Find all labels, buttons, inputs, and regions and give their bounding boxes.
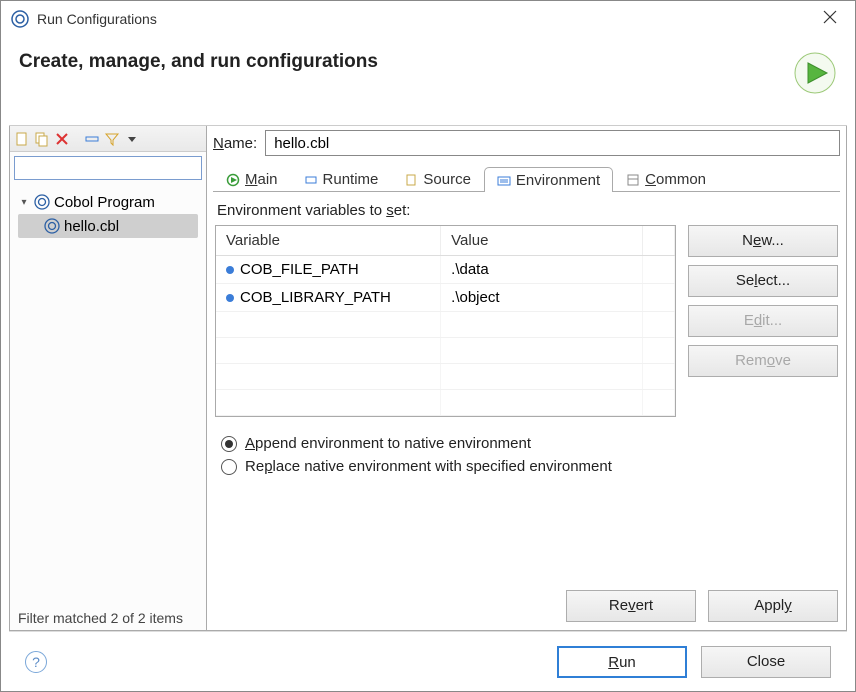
- config-icon: [44, 218, 60, 234]
- app-icon: [11, 10, 29, 28]
- runtime-tab-icon: [304, 173, 318, 187]
- tree-item-hello-cbl[interactable]: hello.cbl: [18, 214, 198, 238]
- env-variables-table[interactable]: Variable Value COB_FILE_PATH .\data: [215, 225, 676, 417]
- name-input[interactable]: [265, 130, 840, 156]
- common-tab-icon: [626, 173, 640, 187]
- toolbar-menu-icon[interactable]: [124, 131, 140, 147]
- header: Create, manage, and run configurations: [1, 37, 855, 125]
- dialog-footer: ? Run Close: [9, 631, 847, 691]
- var-bullet-icon: [226, 266, 234, 274]
- tree-category-label: Cobol Program: [54, 194, 155, 211]
- delete-config-icon[interactable]: [54, 131, 70, 147]
- environment-tab-icon: [497, 174, 511, 188]
- titlebar: Run Configurations: [1, 1, 855, 37]
- close-icon[interactable]: [815, 6, 845, 33]
- left-toolbar: [10, 126, 206, 152]
- expander-icon[interactable]: ▾: [18, 197, 30, 208]
- select-button[interactable]: Select...: [688, 265, 838, 297]
- new-config-icon[interactable]: [14, 131, 30, 147]
- config-tree[interactable]: ▾ Cobol Program hello.cbl: [10, 184, 206, 606]
- name-label: Name:: [213, 135, 257, 152]
- tree-category-cobol-program[interactable]: ▾ Cobol Program: [18, 190, 198, 214]
- header-title: Create, manage, and run configurations: [19, 51, 378, 73]
- tab-environment[interactable]: Environment: [484, 167, 613, 192]
- run-configurations-dialog: Run Configurations Create, manage, and r…: [0, 0, 856, 692]
- revert-button[interactable]: Revert: [566, 590, 696, 622]
- run-icon: [793, 51, 837, 95]
- new-button[interactable]: New...: [688, 225, 838, 257]
- duplicate-config-icon[interactable]: [34, 131, 50, 147]
- right-footer: Revert Apply: [215, 574, 838, 622]
- source-tab-icon: [404, 173, 418, 187]
- radio-append[interactable]: Append environment to native environment: [221, 435, 838, 452]
- edit-button: Edit...: [688, 305, 838, 337]
- tab-main[interactable]: Main: [213, 166, 291, 191]
- filter-icon[interactable]: [104, 131, 120, 147]
- remove-button: Remove: [688, 345, 838, 377]
- main-tab-icon: [226, 173, 240, 187]
- apply-button[interactable]: Apply: [708, 590, 838, 622]
- tab-runtime[interactable]: Runtime: [291, 166, 392, 191]
- right-panel: Name: Main Runtime Source Env: [207, 126, 847, 631]
- table-row[interactable]: COB_FILE_PATH .\data: [216, 256, 675, 284]
- window-title: Run Configurations: [37, 11, 815, 27]
- radio-button-icon[interactable]: [221, 459, 237, 475]
- env-variables-label: Environment variables to set:: [217, 202, 838, 219]
- env-mode-radios: Append environment to native environment…: [221, 435, 838, 475]
- close-button[interactable]: Close: [701, 646, 831, 678]
- tab-runtime-label: Runtime: [323, 171, 379, 188]
- tab-source-label: Source: [423, 171, 471, 188]
- left-panel: ▾ Cobol Program hello.cbl Filter matched…: [9, 126, 207, 631]
- tab-source[interactable]: Source: [391, 166, 484, 191]
- collapse-all-icon[interactable]: [84, 131, 100, 147]
- col-value[interactable]: Value: [441, 226, 643, 256]
- run-button[interactable]: Run: [557, 646, 687, 678]
- environment-tab-content: Environment variables to set: Variable V…: [213, 192, 840, 624]
- help-icon[interactable]: ?: [25, 651, 47, 673]
- filter-status: Filter matched 2 of 2 items: [10, 606, 206, 630]
- tabs: Main Runtime Source Environment Common: [213, 162, 840, 192]
- category-icon: [34, 194, 50, 210]
- filter-input[interactable]: [14, 156, 202, 180]
- tab-common[interactable]: Common: [613, 166, 719, 191]
- radio-button-icon[interactable]: [221, 436, 237, 452]
- tab-environment-label: Environment: [516, 172, 600, 189]
- env-buttons: New... Select... Edit... Remove: [688, 225, 838, 417]
- radio-replace[interactable]: Replace native environment with specifie…: [221, 458, 838, 475]
- col-padding: [642, 226, 674, 256]
- var-bullet-icon: [226, 294, 234, 302]
- table-row[interactable]: COB_LIBRARY_PATH .\object: [216, 284, 675, 312]
- name-row: Name:: [213, 130, 840, 156]
- tree-item-label: hello.cbl: [64, 218, 119, 235]
- col-variable[interactable]: Variable: [216, 226, 441, 256]
